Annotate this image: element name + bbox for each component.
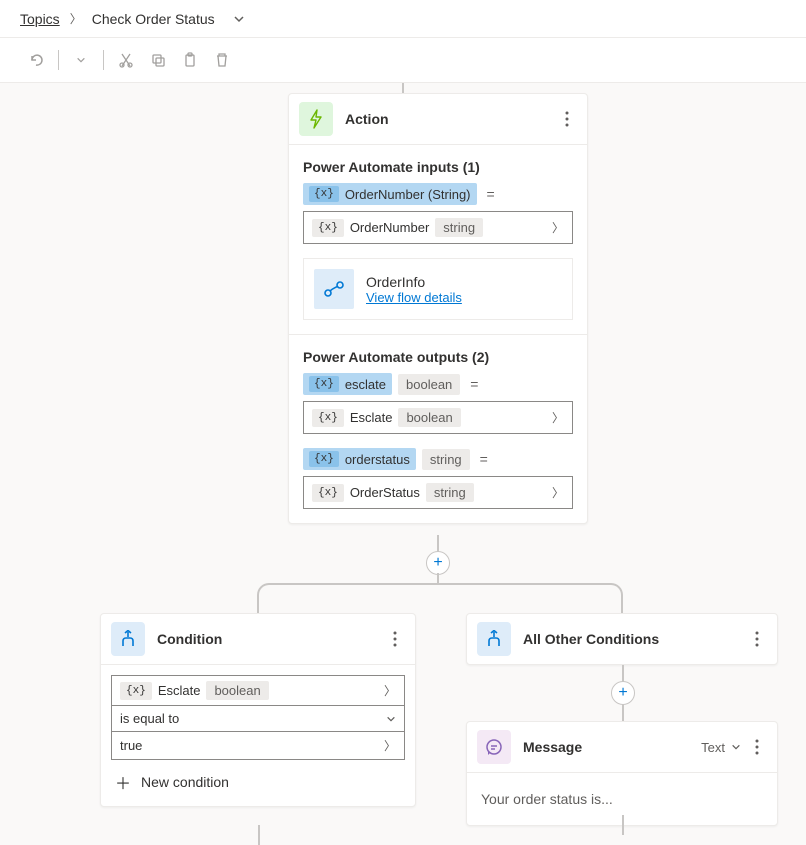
out2-value-selector[interactable]: {x} OrderStatus string 〉 — [303, 476, 573, 509]
input-var-row: {x} OrderNumber (String) = — [289, 183, 587, 211]
condition-var-name: Esclate — [158, 683, 201, 698]
branch-icon — [477, 622, 511, 656]
chevron-right-icon: 〉 — [552, 484, 564, 501]
breadcrumb-separator: 〉 — [70, 10, 82, 27]
action-header: Action — [289, 94, 587, 145]
input-variable-chip[interactable]: {x} OrderNumber (String) — [303, 183, 477, 205]
chevron-right-icon: 〉 — [552, 219, 564, 236]
copy-button[interactable] — [142, 46, 174, 74]
connector-line — [437, 573, 439, 583]
breadcrumb-current: Check Order Status — [92, 11, 215, 27]
all-other-conditions-node[interactable]: All Other Conditions — [466, 613, 778, 665]
delete-button[interactable] — [206, 46, 238, 74]
toolbar-divider — [58, 50, 59, 70]
new-condition-label: New condition — [141, 774, 229, 790]
view-flow-details-link[interactable]: View flow details — [366, 290, 462, 305]
out1-value-type: boolean — [398, 408, 460, 427]
plus-icon: ＋ — [115, 770, 131, 794]
chevron-right-icon: 〉 — [552, 409, 564, 426]
message-node[interactable]: Message Text Your order status is... — [466, 721, 778, 826]
branch-connector — [257, 583, 623, 613]
cut-button[interactable] — [110, 46, 142, 74]
variable-icon: {x} — [309, 186, 339, 202]
condition-value: true — [120, 738, 142, 753]
message-icon — [477, 730, 511, 764]
more-icon[interactable] — [557, 107, 577, 131]
condition-operator-selector[interactable]: is equal to — [111, 706, 405, 732]
input-var-name: OrderNumber (String) — [345, 187, 471, 202]
breadcrumb-root-link[interactable]: Topics — [20, 11, 60, 27]
other-title: All Other Conditions — [523, 631, 747, 647]
input-value-selector[interactable]: {x} OrderNumber string 〉 — [303, 211, 573, 244]
connector-line — [402, 83, 404, 93]
variable-icon: {x} — [312, 484, 344, 502]
variable-icon: {x} — [120, 682, 152, 700]
output-var-row: {x} orderstatus string = — [289, 448, 587, 476]
input-value-name: OrderNumber — [350, 220, 429, 235]
outputs-section-label: Power Automate outputs (2) — [289, 334, 587, 373]
paste-button[interactable] — [174, 46, 206, 74]
out1-value-selector[interactable]: {x} Esclate boolean 〉 — [303, 401, 573, 434]
inputs-section-label: Power Automate inputs (1) — [289, 145, 587, 183]
authoring-canvas[interactable]: Action Power Automate inputs (1) {x} Ord… — [0, 83, 806, 836]
chevron-down-icon — [386, 714, 396, 724]
equals-sign: = — [480, 451, 488, 467]
flow-reference-box: OrderInfo View flow details — [303, 258, 573, 320]
message-header: Message Text — [467, 722, 777, 773]
message-type-label: Text — [701, 740, 725, 755]
out1-value-name: Esclate — [350, 410, 393, 425]
condition-header: Condition — [101, 614, 415, 665]
output-var-row: {x} esclate boolean = — [289, 373, 587, 401]
input-value-type: string — [435, 218, 483, 237]
lightning-icon — [299, 102, 333, 136]
breadcrumb-dropdown-icon[interactable] — [233, 13, 245, 25]
variable-icon: {x} — [309, 376, 339, 392]
out2-value-type: string — [426, 483, 474, 502]
add-node-button[interactable]: + — [611, 681, 635, 705]
condition-var-type: boolean — [206, 681, 268, 700]
connector-line — [258, 825, 260, 845]
output-variable-chip[interactable]: {x} orderstatus — [303, 448, 416, 470]
chevron-right-icon: 〉 — [384, 682, 396, 699]
out2-var-name: orderstatus — [345, 452, 410, 467]
equals-sign: = — [470, 376, 478, 392]
new-condition-button[interactable]: ＋ New condition — [111, 760, 405, 796]
more-icon[interactable] — [385, 627, 405, 651]
connector-line — [622, 815, 624, 835]
message-title: Message — [523, 739, 701, 755]
condition-title: Condition — [157, 631, 385, 647]
condition-variable-selector[interactable]: {x} Esclate boolean 〉 — [111, 675, 405, 706]
flow-name: OrderInfo — [366, 274, 462, 290]
variable-icon: {x} — [312, 409, 344, 427]
chevron-right-icon: 〉 — [384, 737, 396, 754]
condition-value-selector[interactable]: true 〉 — [111, 732, 405, 760]
condition-node[interactable]: Condition {x} Esclate boolean 〉 is equal… — [100, 613, 416, 807]
out1-var-type: boolean — [398, 374, 460, 395]
action-node[interactable]: Action Power Automate inputs (1) {x} Ord… — [288, 93, 588, 524]
add-node-button[interactable]: + — [426, 551, 450, 575]
toolbar — [0, 38, 806, 83]
out1-var-name: esclate — [345, 377, 386, 392]
out2-var-type: string — [422, 449, 470, 470]
breadcrumb: Topics 〉 Check Order Status — [0, 0, 806, 38]
chevron-down-icon — [731, 742, 741, 752]
action-title: Action — [345, 111, 557, 127]
branch-icon — [111, 622, 145, 656]
equals-sign: = — [487, 186, 495, 202]
variable-icon: {x} — [309, 451, 339, 467]
condition-operator: is equal to — [120, 711, 179, 726]
toolbar-divider — [103, 50, 104, 70]
out2-value-name: OrderStatus — [350, 485, 420, 500]
condition-body: {x} Esclate boolean 〉 is equal to true 〉… — [101, 665, 415, 806]
more-icon[interactable] — [747, 735, 767, 759]
redo-dropdown-button[interactable] — [65, 46, 97, 74]
other-header: All Other Conditions — [467, 614, 777, 664]
undo-button[interactable] — [20, 46, 52, 74]
variable-icon: {x} — [312, 219, 344, 237]
message-type-selector[interactable]: Text — [701, 740, 741, 755]
flow-icon — [314, 269, 354, 309]
more-icon[interactable] — [747, 627, 767, 651]
output-variable-chip[interactable]: {x} esclate — [303, 373, 392, 395]
